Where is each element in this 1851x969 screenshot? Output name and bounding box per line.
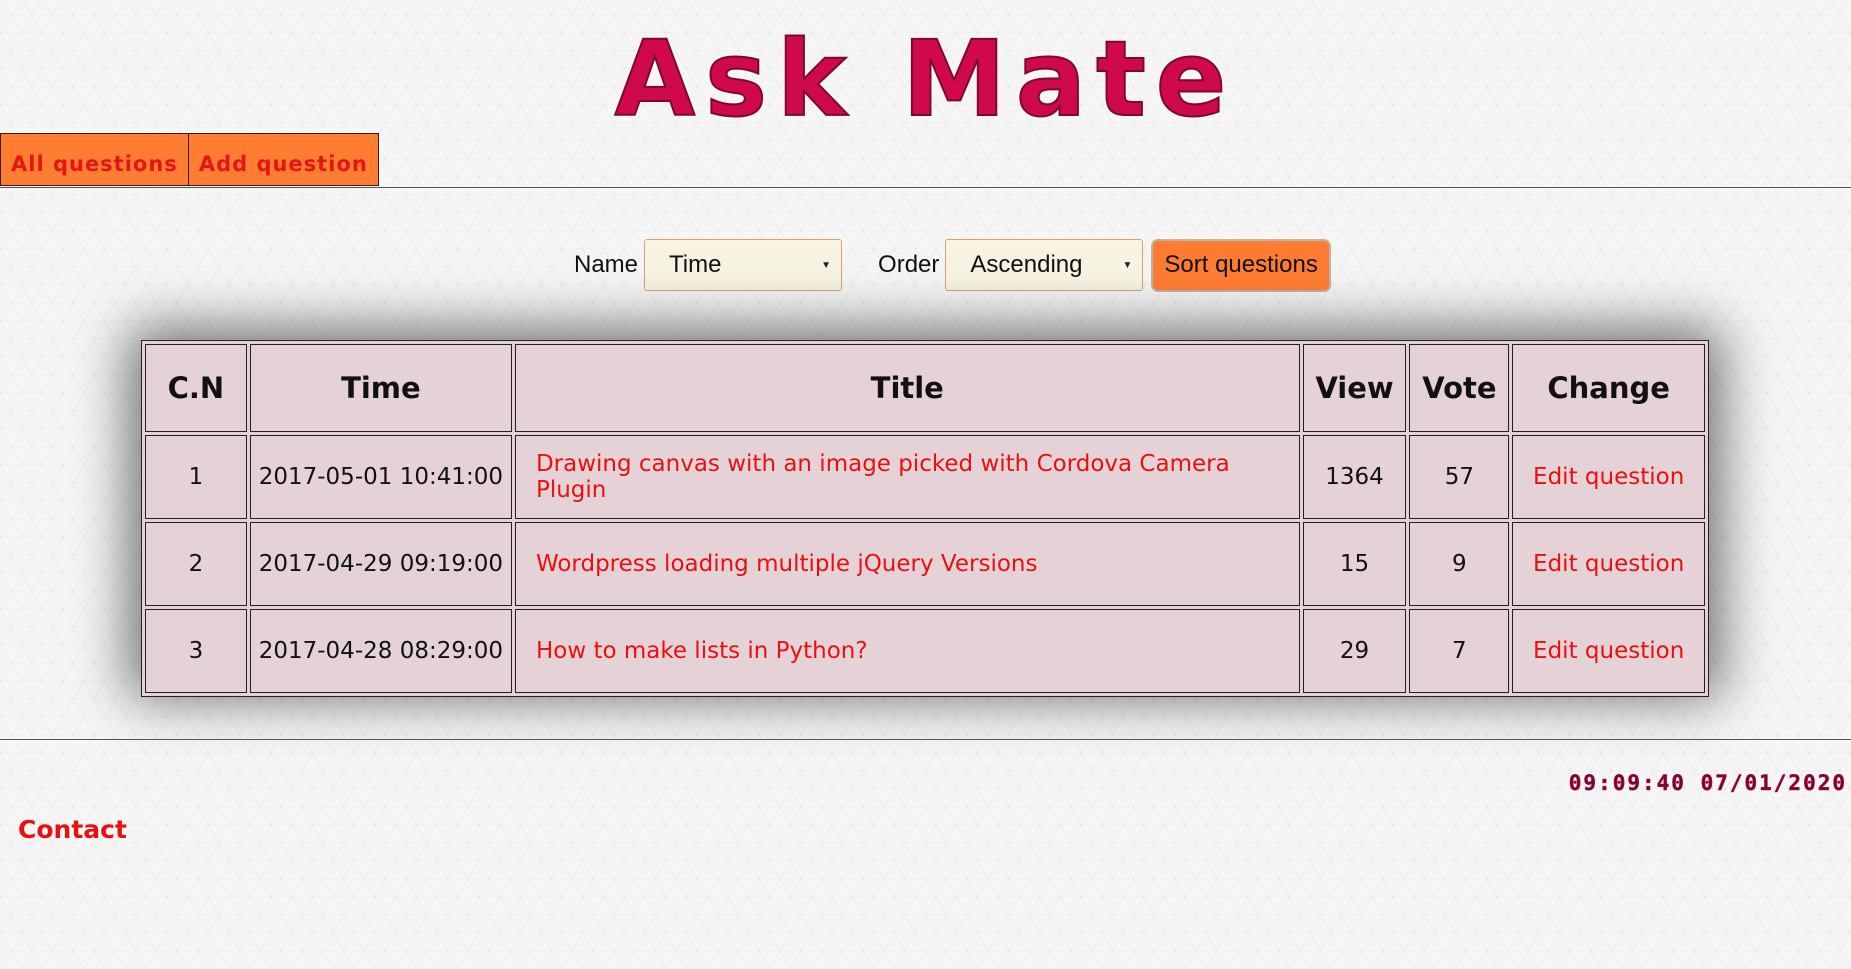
cell-change: Edit question [1512,522,1705,606]
add-question-button[interactable]: Add question [188,133,379,186]
cell-vote: 57 [1409,435,1510,519]
all-questions-button[interactable]: All questions [0,133,189,186]
table-row: 3 2017-04-28 08:29:00 How to make lists … [145,609,1705,693]
cell-view: 29 [1302,609,1407,693]
sort-form: Name Time ▼ Order Ascending ▼ Sort quest… [574,238,1331,292]
chevron-down-icon: ▼ [1122,259,1133,271]
table-row: 1 2017-05-01 10:41:00 Drawing canvas wit… [145,435,1705,519]
nav-bar: All questions Add question [0,133,379,186]
edit-question-link[interactable]: Edit question [1533,464,1684,490]
cell-cn: 1 [145,435,247,519]
order-select[interactable]: Ascending ▼ [945,239,1144,291]
table-header-row: C.N Time Title View Vote Change [145,344,1705,432]
top-divider [0,187,1851,188]
cell-time: 2017-05-01 10:41:00 [249,435,512,519]
cell-time: 2017-04-28 08:29:00 [249,609,512,693]
column-header-time[interactable]: Time [249,344,512,432]
cell-title: Wordpress loading multiple jQuery Versio… [514,522,1300,606]
name-select-value: Time [669,251,722,278]
sort-questions-button[interactable]: Sort questions [1151,238,1331,292]
questions-table: C.N Time Title View Vote Change 1 2017-0… [141,340,1709,697]
cell-cn: 2 [145,522,247,606]
page-title: Ask Mate [614,18,1237,140]
column-header-change: Change [1512,344,1705,432]
cell-view: 1364 [1302,435,1407,519]
contact-link[interactable]: Contact [18,815,127,844]
cell-vote: 7 [1409,609,1510,693]
cell-cn: 3 [145,609,247,693]
clock: 09:09:40 07/01/2020 [1568,771,1847,796]
name-label: Name [574,251,639,278]
table-row: 2 2017-04-29 09:19:00 Wordpress loading … [145,522,1705,606]
chevron-down-icon: ▼ [821,259,832,271]
order-label: Order [878,251,940,278]
cell-title: How to make lists in Python? [514,609,1300,693]
cell-title: Drawing canvas with an image picked with… [514,435,1300,519]
cell-change: Edit question [1512,435,1705,519]
edit-question-link[interactable]: Edit question [1533,551,1684,577]
edit-question-link[interactable]: Edit question [1533,638,1684,664]
question-title-link[interactable]: How to make lists in Python? [536,638,868,664]
bottom-divider [0,739,1851,740]
questions-table-container: C.N Time Title View Vote Change 1 2017-0… [141,340,1709,697]
cell-vote: 9 [1409,522,1510,606]
column-header-view[interactable]: View [1302,344,1407,432]
column-header-vote[interactable]: Vote [1409,344,1510,432]
column-header-cn[interactable]: C.N [145,344,247,432]
order-select-value: Ascending [970,251,1083,278]
cell-time: 2017-04-29 09:19:00 [249,522,512,606]
name-select[interactable]: Time ▼ [644,239,843,291]
question-title-link[interactable]: Drawing canvas with an image picked with… [536,451,1230,503]
cell-view: 15 [1302,522,1407,606]
cell-change: Edit question [1512,609,1705,693]
column-header-title[interactable]: Title [514,344,1300,432]
question-title-link[interactable]: Wordpress loading multiple jQuery Versio… [536,551,1038,577]
